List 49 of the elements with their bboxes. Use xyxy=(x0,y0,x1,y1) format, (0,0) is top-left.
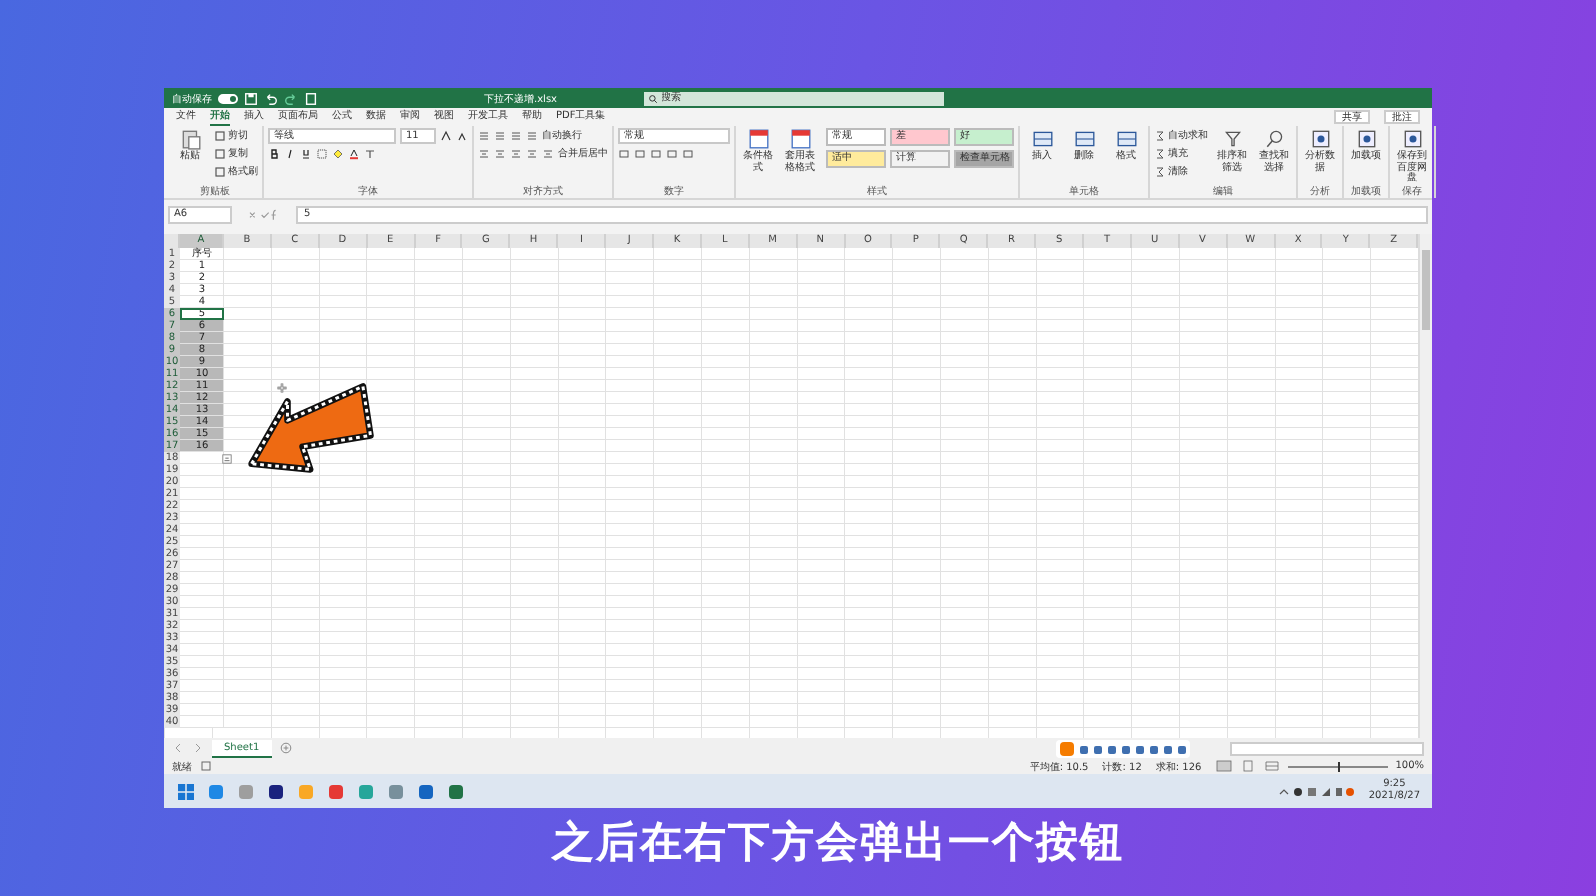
redo-icon[interactable] xyxy=(284,91,298,105)
bold-icon[interactable] xyxy=(268,148,280,160)
align-icon[interactable] xyxy=(526,147,538,159)
form-icon[interactable] xyxy=(304,91,318,105)
paste-icon[interactable] xyxy=(179,128,201,150)
align-icon[interactable] xyxy=(510,147,522,159)
video-subtitle: 之后在右下方会弹出一个按钮 xyxy=(549,816,1126,870)
quick-analysis-icon[interactable] xyxy=(222,453,232,463)
save-icon[interactable] xyxy=(244,91,258,105)
cells-icon[interactable] xyxy=(1115,128,1137,150)
tool-icon[interactable] xyxy=(1309,128,1331,150)
undo-icon[interactable] xyxy=(264,91,278,105)
macro-icon[interactable] xyxy=(200,760,212,772)
tool-icon[interactable] xyxy=(1401,128,1423,150)
fill-color-icon[interactable] xyxy=(332,148,344,160)
horizontal-scrollbar[interactable] xyxy=(1230,741,1424,755)
phonetic-icon[interactable] xyxy=(364,148,376,160)
add-sheet-icon[interactable] xyxy=(279,742,292,754)
align-icon[interactable] xyxy=(494,147,506,159)
align-icon[interactable] xyxy=(526,129,538,141)
windows-start-icon[interactable] xyxy=(176,781,196,801)
page-break-icon[interactable] xyxy=(1263,760,1280,772)
align-icon[interactable] xyxy=(494,129,506,141)
system-tray-icons[interactable] xyxy=(1274,783,1359,799)
underline-icon[interactable] xyxy=(300,148,312,160)
font-color-icon[interactable] xyxy=(348,148,360,160)
border-icon[interactable] xyxy=(316,148,328,160)
search-icon[interactable] xyxy=(1263,128,1285,150)
table-style-icon[interactable] xyxy=(789,128,811,150)
shrink-font-icon[interactable] xyxy=(456,130,468,142)
search-icon xyxy=(647,93,658,103)
table-style-icon[interactable] xyxy=(747,128,769,150)
cells-icon[interactable] xyxy=(1073,128,1095,150)
next-sheet-icon[interactable] xyxy=(192,742,204,754)
cursor-icon xyxy=(276,382,288,394)
align-icon[interactable] xyxy=(478,147,490,159)
normal-view-icon[interactable] xyxy=(1215,760,1232,772)
italic-icon[interactable] xyxy=(284,148,296,160)
cells-icon[interactable] xyxy=(1031,128,1053,150)
tool-icon[interactable] xyxy=(1355,128,1377,150)
autosave-toggle[interactable] xyxy=(218,93,238,103)
arrow-drawing xyxy=(246,378,378,474)
input-method-toolbar[interactable] xyxy=(1056,740,1190,758)
previous-sheet-icon[interactable] xyxy=(172,742,184,754)
grow-font-icon[interactable] xyxy=(440,130,452,142)
filter-icon[interactable] xyxy=(1221,128,1243,150)
align-icon[interactable] xyxy=(542,147,554,159)
align-icon[interactable] xyxy=(510,129,522,141)
align-icon[interactable] xyxy=(478,129,490,141)
